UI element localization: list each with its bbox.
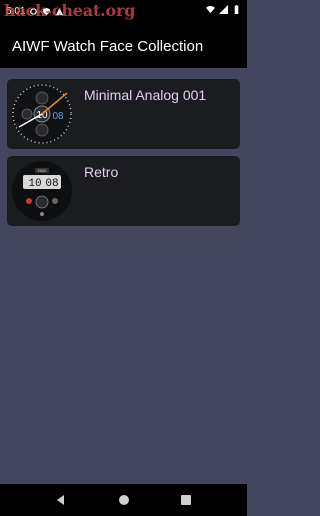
app-title: AIWF Watch Face Collection [12, 38, 204, 55]
watch-face-card-retro[interactable]: 2022 10 08 Retro [7, 156, 240, 226]
watch-face-thumbnail-retro: 2022 10 08 [12, 161, 72, 221]
battery-icon [234, 5, 239, 14]
card-title: Retro [84, 164, 119, 180]
card-title: Minimal Analog 001 [84, 87, 207, 103]
status-bar: 5:01 hack-cheat.org [0, 0, 247, 24]
signal-icon [219, 5, 228, 14]
face-time-hour: 10 [28, 178, 41, 190]
face-time-minute: 08 [45, 178, 58, 190]
app-bar: AIWF Watch Face Collection [0, 24, 247, 68]
wifi-icon [206, 5, 215, 14]
face-year: 2022 [38, 168, 48, 173]
recents-icon[interactable] [178, 492, 194, 508]
home-icon[interactable] [116, 492, 132, 508]
back-icon[interactable] [53, 492, 69, 508]
watch-face-card-minimal-analog[interactable]: 10 08 Minimal Analog 001 [7, 79, 240, 149]
status-right [206, 5, 241, 14]
face-date: 08 [52, 111, 64, 122]
watermark: hack-cheat.org [4, 1, 136, 20]
watch-face-thumbnail-minimal-analog: 10 08 [12, 84, 72, 144]
nav-bar [0, 484, 247, 516]
